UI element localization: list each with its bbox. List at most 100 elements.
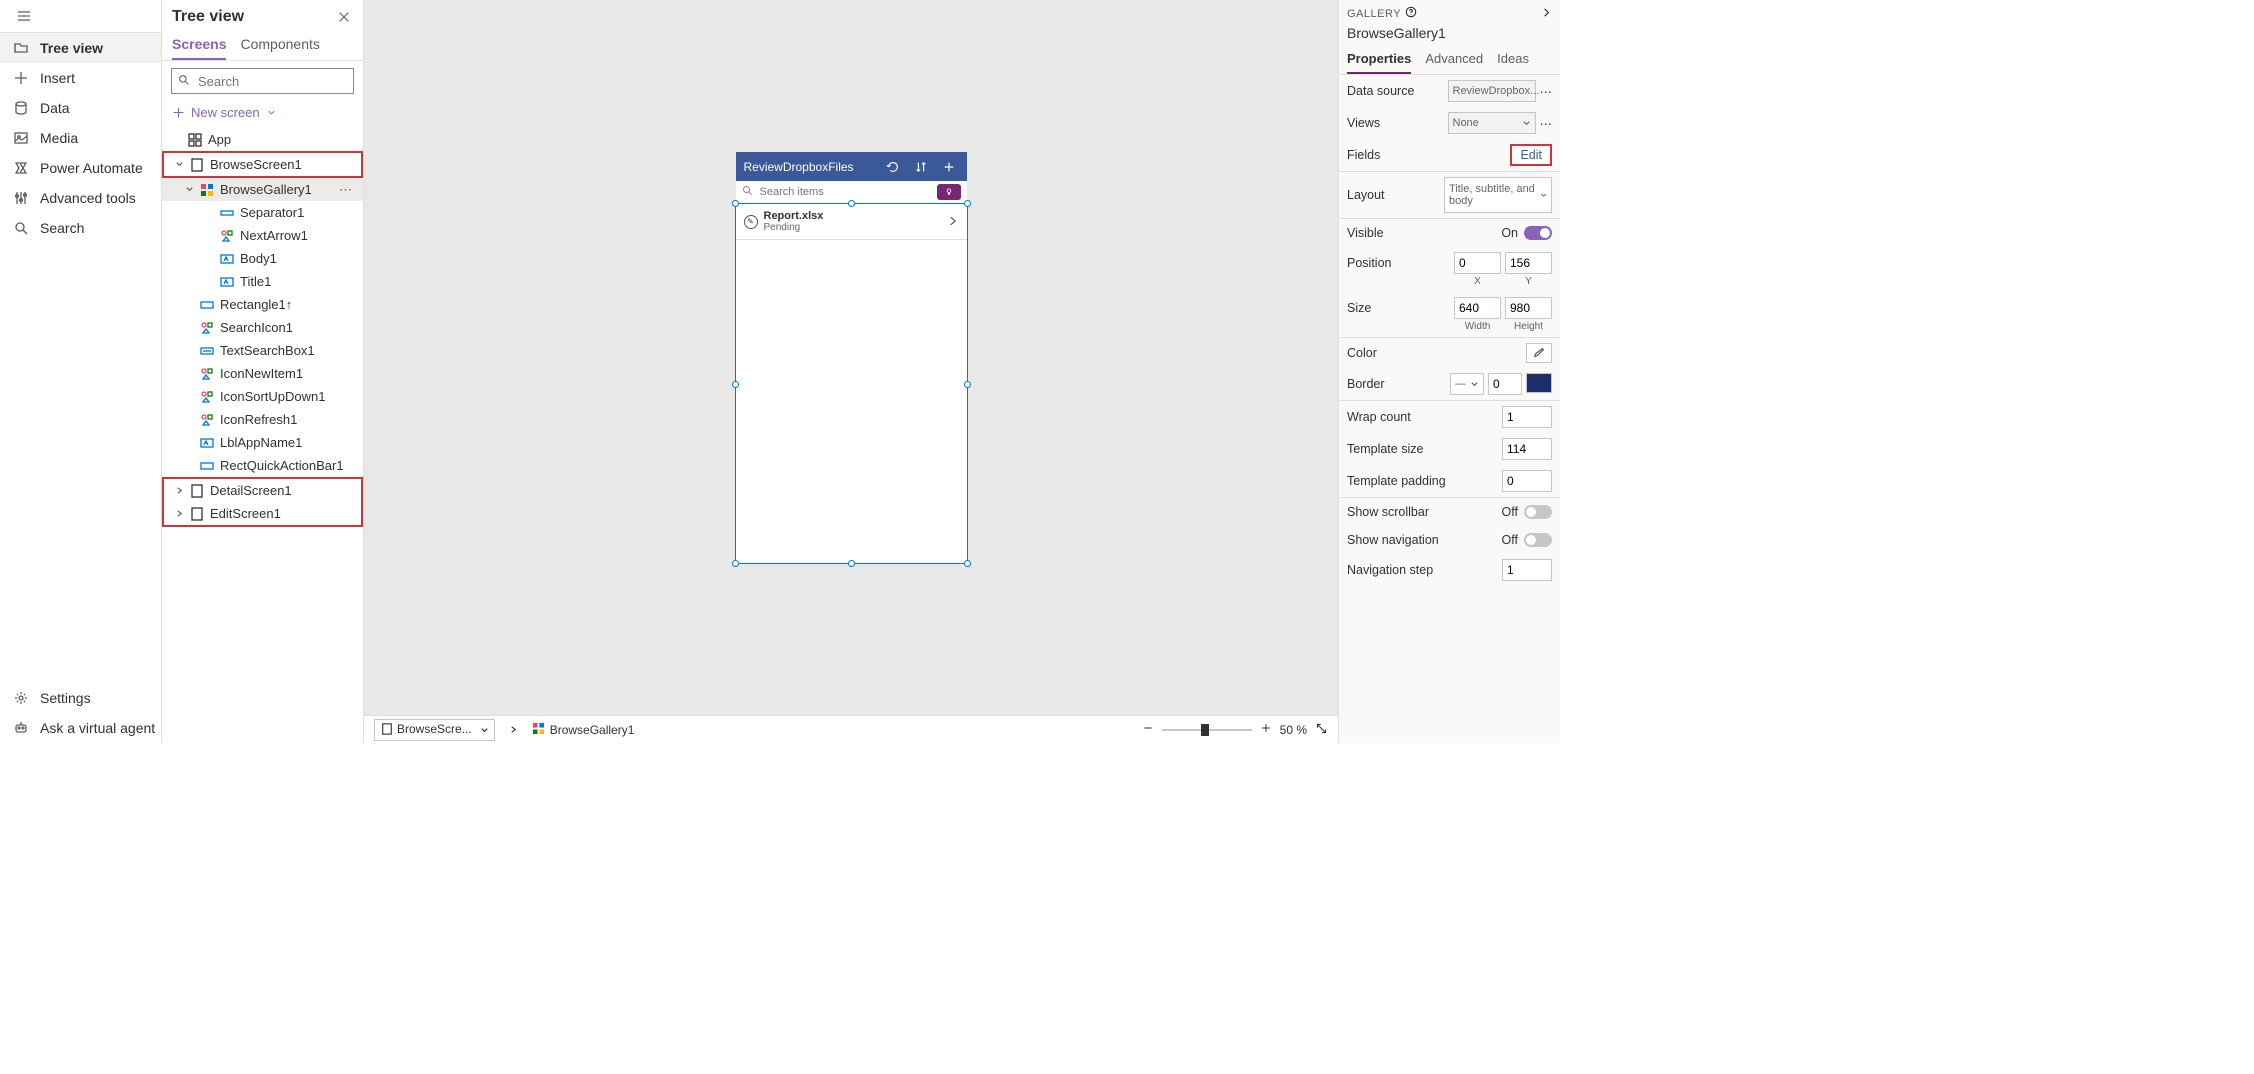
tree-node-editscreen[interactable]: EditScreen1 <box>164 502 361 525</box>
tree-node-iconrefresh[interactable]: IconRefresh1 <box>162 408 363 431</box>
gallery-selection[interactable]: ✎ Report.xlsx Pending <box>736 204 967 563</box>
breadcrumb-selection-label: BrowseGallery1 <box>550 723 635 737</box>
icon-control-icon <box>200 390 214 404</box>
wrap-count-input[interactable] <box>1502 406 1552 428</box>
tree-search-input[interactable] <box>171 68 354 94</box>
shownav-toggle[interactable] <box>1524 533 1552 547</box>
nav-settings[interactable]: Settings <box>0 683 161 713</box>
tree-node-lblappname[interactable]: LblAppName1 <box>162 431 363 454</box>
height-input[interactable] <box>1505 297 1552 319</box>
tab-properties[interactable]: Properties <box>1347 47 1411 74</box>
zoom-out-button[interactable] <box>1142 722 1154 737</box>
tree-node-detailscreen[interactable]: DetailScreen1 <box>164 479 361 502</box>
nav-label: Insert <box>40 70 75 86</box>
nav-media[interactable]: Media <box>0 123 161 153</box>
add-icon[interactable] <box>939 157 959 177</box>
more-icon[interactable]: ⋯ <box>1540 116 1553 131</box>
tab-advanced[interactable]: Advanced <box>1425 47 1483 74</box>
lightbulb-action-icon[interactable] <box>937 184 961 200</box>
zoom-in-button[interactable] <box>1260 722 1272 737</box>
breadcrumb-screen-dropdown[interactable]: BrowseScre... <box>374 719 495 741</box>
views-select[interactable]: None <box>1448 112 1536 134</box>
tree-node-separator[interactable]: Separator1 <box>162 201 363 224</box>
search-icon <box>12 219 30 237</box>
refresh-icon[interactable] <box>883 157 903 177</box>
new-screen-button[interactable]: New screen <box>172 105 277 120</box>
x-axis-label: X <box>1454 276 1501 287</box>
chevron-right-icon[interactable] <box>174 509 184 518</box>
tree-label: Rectangle1↑ <box>220 297 292 312</box>
border-color-swatch[interactable] <box>1526 373 1552 393</box>
tree-node-browse-screen[interactable]: BrowseScreen1 <box>164 153 361 176</box>
chevron-down-icon[interactable] <box>184 185 194 194</box>
tree-node-title1[interactable]: Title1 <box>162 270 363 293</box>
template-padding-input[interactable] <box>1502 470 1552 492</box>
nav-virtual-agent[interactable]: Ask a virtual agent <box>0 713 161 743</box>
nav-label: Settings <box>40 690 91 706</box>
tab-components[interactable]: Components <box>240 32 319 60</box>
border-style-select[interactable]: — <box>1450 373 1484 395</box>
fullscreen-icon[interactable] <box>1315 722 1328 738</box>
app-preview[interactable]: ReviewDropboxFiles <box>736 152 967 563</box>
help-icon[interactable] <box>1405 6 1417 21</box>
gear-icon <box>12 689 30 707</box>
position-x-input[interactable] <box>1454 252 1501 274</box>
search-items-input[interactable] <box>760 186 931 198</box>
nav-power-automate[interactable]: Power Automate <box>0 153 161 183</box>
width-label: Width <box>1454 321 1501 332</box>
tree-node-searchicon1[interactable]: SearchIcon1 <box>162 316 363 339</box>
tree-node-browse-gallery[interactable]: BrowseGallery1 ⋯ <box>162 178 363 201</box>
tree-label: Body1 <box>240 251 277 266</box>
label-icon <box>220 275 234 289</box>
layout-select[interactable]: Title, subtitle, and body <box>1444 177 1552 213</box>
border-width-input[interactable] <box>1488 373 1522 395</box>
tree-node-rectangle11[interactable]: Rectangle1↑ <box>162 293 363 316</box>
canvas-area: ReviewDropboxFiles <box>364 0 1338 743</box>
sort-icon[interactable] <box>911 157 931 177</box>
breadcrumb-selection[interactable]: BrowseGallery1 <box>532 722 635 738</box>
tree-node-body1[interactable]: Body1 <box>162 247 363 270</box>
width-input[interactable] <box>1454 297 1501 319</box>
prop-label: Navigation step <box>1347 563 1433 577</box>
height-label: Height <box>1505 321 1552 332</box>
prop-label: Layout <box>1347 188 1385 202</box>
navstep-input[interactable] <box>1502 559 1552 581</box>
tree-node-textsearchbox[interactable]: TextSearchBox1 <box>162 339 363 362</box>
chevron-down-icon[interactable] <box>174 160 184 169</box>
chevron-right-icon[interactable] <box>947 214 959 230</box>
tree-node-iconsort[interactable]: IconSortUpDown1 <box>162 385 363 408</box>
more-icon[interactable]: ⋯ <box>1540 84 1553 99</box>
more-icon[interactable]: ⋯ <box>339 182 353 198</box>
chevron-right-icon[interactable] <box>174 486 184 495</box>
tree-label: Separator1 <box>240 205 304 220</box>
scrollbar-toggle[interactable] <box>1524 505 1552 519</box>
data-source-select[interactable]: ReviewDropbox... <box>1448 80 1536 102</box>
chevron-right-icon[interactable] <box>1541 7 1552 21</box>
color-swatch-button[interactable] <box>1526 343 1552 363</box>
tree-label: App <box>208 132 231 147</box>
tree-node-nextarrow[interactable]: NextArrow1 <box>162 224 363 247</box>
edit-fields-button[interactable]: Edit <box>1510 144 1552 166</box>
tree-label: EditScreen1 <box>210 506 281 521</box>
nav-search[interactable]: Search <box>0 213 161 243</box>
prop-label: Show scrollbar <box>1347 505 1429 519</box>
tab-screens[interactable]: Screens <box>172 32 226 60</box>
tree-node-rectquickaction[interactable]: RectQuickActionBar1 <box>162 454 363 477</box>
close-icon[interactable] <box>335 8 353 26</box>
gallery-icon <box>532 722 545 738</box>
nav-data[interactable]: Data <box>0 93 161 123</box>
template-size-input[interactable] <box>1502 438 1552 460</box>
position-y-input[interactable] <box>1505 252 1552 274</box>
nav-advanced-tools[interactable]: Advanced tools <box>0 183 161 213</box>
visible-toggle[interactable] <box>1524 226 1552 240</box>
gallery-item[interactable]: ✎ Report.xlsx Pending <box>736 204 967 240</box>
tree-node-iconnewitem[interactable]: IconNewItem1 <box>162 362 363 385</box>
nav-insert[interactable]: Insert <box>0 63 161 93</box>
tab-ideas[interactable]: Ideas <box>1497 47 1529 74</box>
hamburger-button[interactable] <box>0 0 161 33</box>
zoom-slider[interactable] <box>1162 729 1252 731</box>
left-navigation: Tree view Insert Data Media Power Automa… <box>0 0 162 743</box>
prop-label: Data source <box>1347 84 1414 98</box>
tree-node-app[interactable]: App <box>162 128 363 151</box>
nav-tree-view[interactable]: Tree view <box>0 33 161 63</box>
